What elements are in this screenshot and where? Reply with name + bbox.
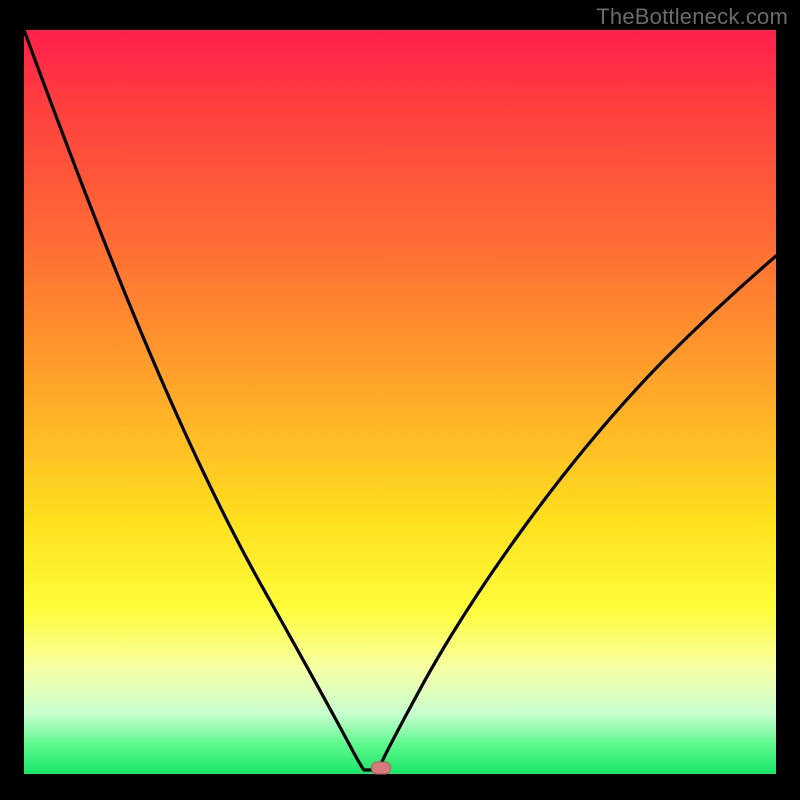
- optimum-marker: [371, 762, 391, 775]
- plot-area: [24, 30, 776, 774]
- chart-frame: TheBottleneck.com: [0, 0, 800, 800]
- bottleneck-curve: [24, 30, 776, 774]
- watermark-text: TheBottleneck.com: [596, 4, 788, 30]
- curve-path: [24, 30, 776, 770]
